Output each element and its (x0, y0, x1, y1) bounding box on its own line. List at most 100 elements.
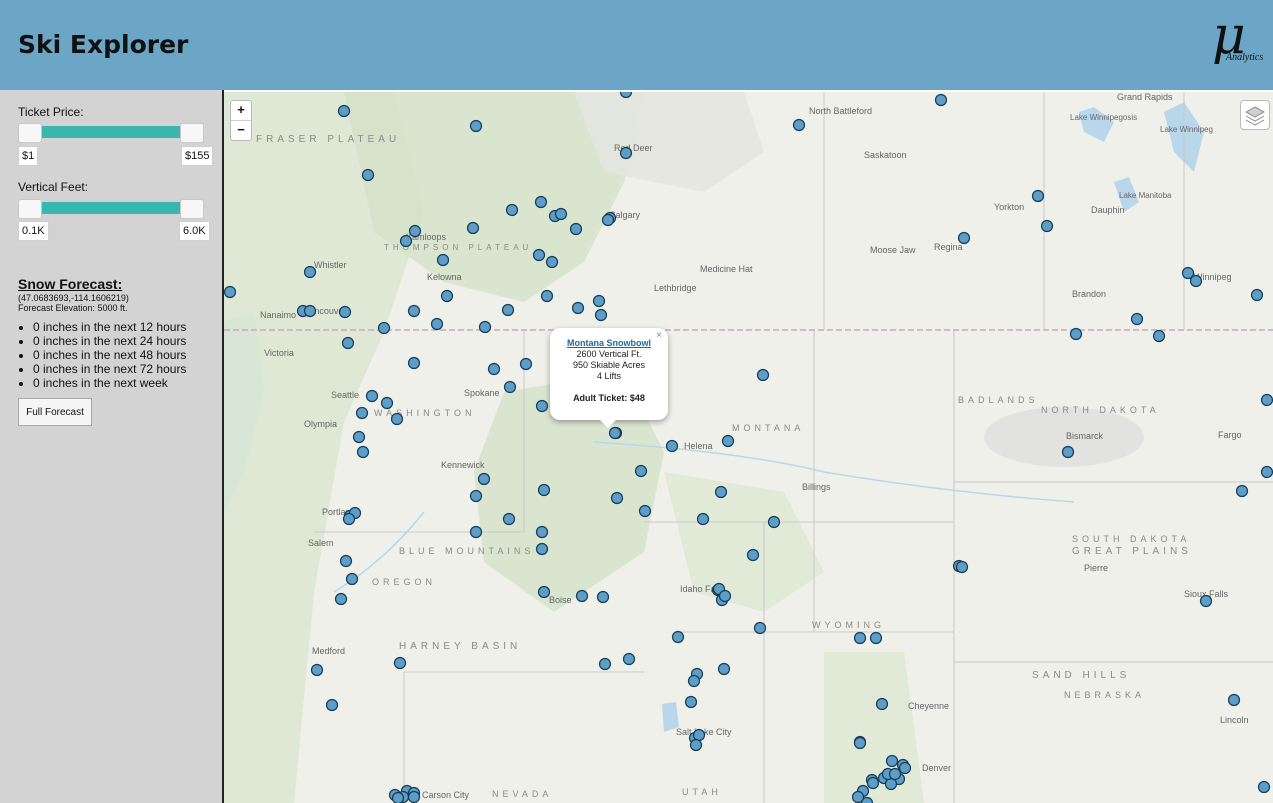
resort-marker[interactable] (469, 525, 483, 539)
resort-marker[interactable] (792, 118, 806, 132)
zoom-in-button[interactable]: + (231, 101, 251, 121)
resort-marker[interactable] (1260, 465, 1273, 479)
resort-marker[interactable] (696, 512, 710, 526)
resort-marker[interactable] (1130, 312, 1144, 326)
resort-marker[interactable] (684, 695, 698, 709)
resort-marker[interactable] (519, 357, 533, 371)
resort-marker[interactable] (866, 776, 880, 790)
resort-marker[interactable] (622, 652, 636, 666)
resort-marker[interactable] (352, 430, 366, 444)
resort-marker[interactable] (466, 221, 480, 235)
resort-marker[interactable] (934, 93, 948, 107)
resort-marker[interactable] (407, 304, 421, 318)
resort-marker[interactable] (592, 294, 606, 308)
resort-marker[interactable] (390, 412, 404, 426)
resort-marker[interactable] (503, 380, 517, 394)
resort-marker[interactable] (537, 483, 551, 497)
resort-marker[interactable] (875, 697, 889, 711)
resort-marker[interactable] (399, 234, 413, 248)
ticket-price-max-handle[interactable] (180, 123, 204, 143)
resort-marker[interactable] (885, 754, 899, 768)
resort-marker[interactable] (469, 489, 483, 503)
resort-marker[interactable] (303, 304, 317, 318)
resort-marker[interactable] (407, 790, 421, 803)
resort-marker[interactable] (440, 289, 454, 303)
resort-marker[interactable] (334, 592, 348, 606)
resort-marker[interactable] (1189, 274, 1203, 288)
resort-marker[interactable] (487, 362, 501, 376)
resort-marker[interactable] (1257, 780, 1271, 794)
resort-marker[interactable] (957, 231, 971, 245)
resort-marker[interactable] (869, 631, 883, 645)
resort-marker[interactable] (692, 728, 706, 742)
ticket-price-slider-track[interactable] (30, 126, 192, 138)
selected-resort-marker[interactable] (608, 426, 622, 440)
resort-marker[interactable] (851, 790, 865, 803)
resort-marker[interactable] (601, 213, 615, 227)
resort-marker[interactable] (393, 656, 407, 670)
resort-marker[interactable] (610, 491, 624, 505)
resort-marker[interactable] (714, 485, 728, 499)
resort-marker[interactable] (407, 356, 421, 370)
full-forecast-button[interactable]: Full Forecast (18, 398, 92, 426)
resort-marker[interactable] (569, 222, 583, 236)
resort-marker[interactable] (853, 631, 867, 645)
resort-marker[interactable] (718, 589, 732, 603)
resort-marker[interactable] (380, 396, 394, 410)
resort-marker[interactable] (671, 630, 685, 644)
resort-marker[interactable] (888, 767, 902, 781)
resort-marker[interactable] (884, 777, 898, 791)
resort-marker[interactable] (687, 674, 701, 688)
resort-marker[interactable] (534, 195, 548, 209)
map-canvas[interactable]: North BattlefordSaskatoonRed DeerCalgary… (224, 92, 1273, 803)
resort-marker[interactable] (575, 589, 589, 603)
resort-marker[interactable] (337, 104, 351, 118)
resort-marker[interactable] (634, 464, 648, 478)
vertical-feet-slider-track[interactable] (30, 202, 192, 214)
resort-marker[interactable] (377, 321, 391, 335)
resort-marker[interactable] (505, 203, 519, 217)
zoom-out-button[interactable]: − (231, 121, 251, 140)
resort-marker[interactable] (430, 317, 444, 331)
resort-marker[interactable] (338, 305, 352, 319)
resort-marker[interactable] (665, 439, 679, 453)
map-view[interactable]: North Battleford Saskatoon Red Deer Calgary… (224, 92, 1273, 803)
resort-marker[interactable] (598, 657, 612, 671)
resort-marker[interactable] (638, 504, 652, 518)
resort-marker[interactable] (342, 512, 356, 526)
resort-marker[interactable] (469, 119, 483, 133)
resort-marker[interactable] (532, 248, 546, 262)
resort-marker[interactable] (356, 445, 370, 459)
resort-marker[interactable] (1250, 288, 1264, 302)
resort-marker[interactable] (535, 399, 549, 413)
resort-marker[interactable] (1040, 219, 1054, 233)
resort-marker[interactable] (571, 301, 585, 315)
resort-marker[interactable] (502, 512, 516, 526)
resort-marker[interactable] (1227, 693, 1241, 707)
resort-marker[interactable] (1061, 445, 1075, 459)
resort-marker[interactable] (594, 308, 608, 322)
resort-marker[interactable] (1260, 393, 1273, 407)
resort-marker[interactable] (535, 542, 549, 556)
resort-marker[interactable] (478, 320, 492, 334)
resort-marker[interactable] (325, 698, 339, 712)
resort-marker[interactable] (339, 554, 353, 568)
resort-marker[interactable] (1031, 189, 1045, 203)
resort-marker[interactable] (746, 548, 760, 562)
resort-marker[interactable] (537, 585, 551, 599)
resort-marker[interactable] (303, 265, 317, 279)
resort-marker[interactable] (898, 761, 912, 775)
resort-marker[interactable] (436, 253, 450, 267)
resort-marker[interactable] (391, 791, 405, 803)
resort-marker[interactable] (689, 738, 703, 752)
resort-marker[interactable] (535, 525, 549, 539)
popup-resort-name-link[interactable]: Montana Snowbowl (550, 338, 668, 348)
resort-marker[interactable] (1235, 484, 1249, 498)
resort-marker[interactable] (1199, 594, 1213, 608)
layers-button[interactable] (1240, 100, 1270, 130)
resort-marker[interactable] (853, 736, 867, 750)
resort-marker[interactable] (767, 515, 781, 529)
resort-marker[interactable] (756, 368, 770, 382)
popup-close-button[interactable]: × (656, 330, 662, 341)
resort-marker[interactable] (1069, 327, 1083, 341)
